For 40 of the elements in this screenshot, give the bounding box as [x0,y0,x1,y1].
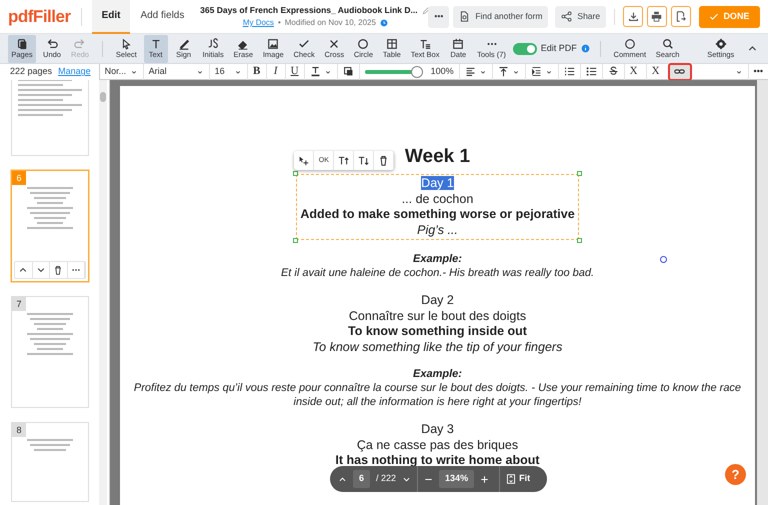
tab[interactable]: Edit [92,0,130,34]
example-sentence: Et il avait une haleine de cochon.- His breath was really too bad. [280,266,596,280]
meaning-text: Added to make something worse or pejorative [300,207,575,222]
toggle-label: Edit PDF [540,42,577,55]
page-count: 222 pages [10,65,52,78]
find-form-button[interactable]: Find another form [453,6,548,28]
page-field[interactable]: 6 [353,470,370,488]
literal-translation: To know something like the tip of your fingers [312,340,562,355]
page-total: / 222 [376,472,396,486]
page-heading: Week 1 [404,146,470,168]
fit-button[interactable]: Fit [506,472,530,486]
french-phrase: Ça ne casse pas des briques [356,438,518,453]
document-title: 365 Days of French Expressions_ Audiobook Link D... [200,4,418,17]
literal-translation: Pig’s ... [416,222,459,238]
separator-dot: • [278,16,281,29]
tab[interactable]: Add fields [130,0,194,34]
page-thumbnail[interactable]: 7 [11,296,89,408]
french-phrase: Connaître sur le bout des doigts [348,308,526,324]
day-heading: Day 3 [421,422,454,438]
example-label: Example: [413,368,462,381]
more-button[interactable]: ••• [428,6,450,28]
share-button[interactable]: Share [555,6,606,28]
page-thumbnail[interactable]: 8 [11,422,89,502]
example-sentence: Profitez du temps qu’il vous reste pour connaître la course sur le bout des doigts. - Use your remaining time to know the race inside out; all the information is here right at your fingertips! [132,381,742,409]
day-heading: Day 2 [421,293,454,308]
example-label: Example: [413,253,462,266]
page-number: 7 [12,297,26,311]
french-phrase: ... de cochon [400,192,474,207]
opacity-value: 100% [430,64,454,78]
more-button[interactable]: ••• [748,64,768,80]
page-number: 8 [12,423,26,437]
meaning-text: It has nothing to write home about [335,453,540,468]
page-number: 6 [12,171,26,185]
modified-date: Modified on Nov 10, 2025 [284,16,376,29]
zoom-field[interactable]: 134% [439,470,474,488]
manage-link[interactable]: Manage [58,65,91,79]
folder-link[interactable]: My Docs [242,16,274,29]
text-box[interactable]: Day 1 ... de cochon Added to make something worse or pejorative Pig’s ... [296,174,579,240]
day-heading: Day 1 [420,176,455,192]
meaning-text: To know something inside out [348,324,527,340]
